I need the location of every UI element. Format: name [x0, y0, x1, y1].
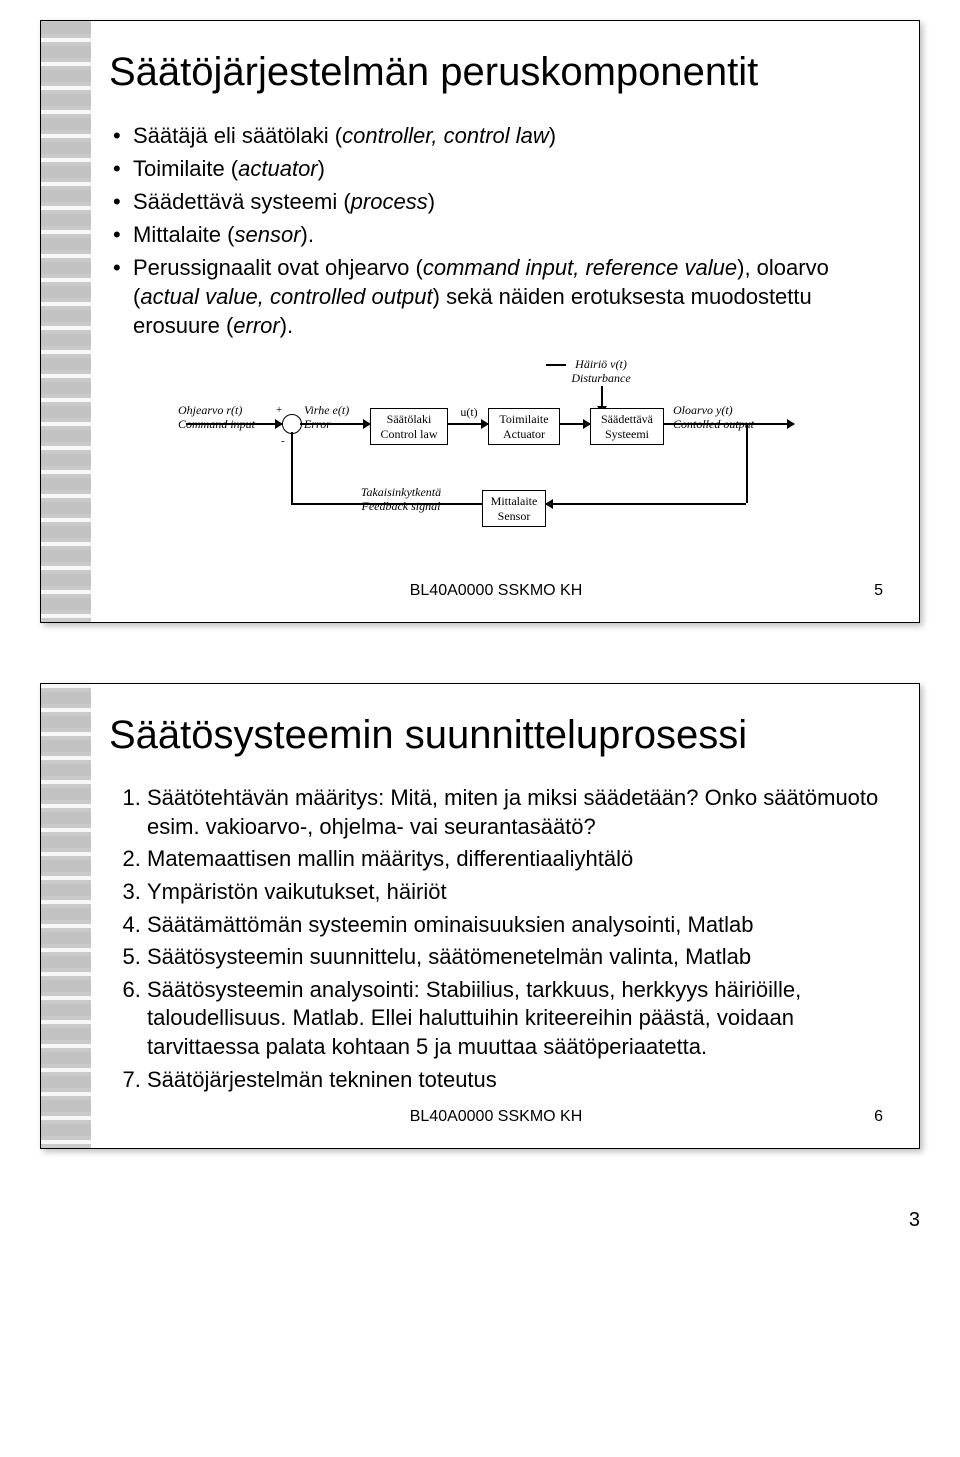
diagram-arrow	[448, 423, 488, 425]
slide-1-content: Säätöjärjestelmän peruskomponentit Säätä…	[109, 49, 883, 600]
diagram-arrow	[560, 423, 590, 425]
bullet-item: Toimilaite (actuator)	[109, 154, 883, 183]
actuator-box: Toimilaite Actuator	[488, 408, 560, 445]
sensor-box: Mittalaite Sensor	[482, 490, 546, 527]
footer-code: BL40A0000 SSKMO KH	[410, 1108, 583, 1125]
diagram-line	[291, 432, 293, 504]
summing-node	[282, 414, 302, 434]
spiral-binding	[41, 684, 91, 1148]
feedback-label: Takaisinkytkentä Feedback signal	[336, 486, 466, 514]
diagram-arrow	[546, 503, 746, 505]
slide-2-title: Säätösysteemin suunnitteluprosessi	[109, 712, 883, 758]
list-item: Säätöjärjestelmän tekninen toteutus	[147, 1066, 883, 1095]
diagram-line	[291, 503, 482, 505]
slide-1-footer: BL40A0000 SSKMO KH 5	[109, 582, 883, 600]
disturbance-label: Häiriö v(t) Disturbance	[556, 358, 646, 386]
page-corner-number: 3	[0, 1209, 920, 1232]
block-diagram: Häiriö v(t) Disturbance Ohjearvo r(t) Co…	[186, 358, 806, 568]
spiral-binding	[41, 21, 91, 622]
slide-1: Säätöjärjestelmän peruskomponentit Säätä…	[40, 20, 920, 623]
diagram-line	[746, 423, 748, 503]
list-item: Säätämättömän systeemin ominaisuuksien a…	[147, 911, 883, 940]
minus-sign: -	[281, 435, 285, 447]
plus-sign: +	[276, 404, 282, 416]
slide-1-title: Säätöjärjestelmän peruskomponentit	[109, 49, 883, 95]
slide-2: Säätösysteemin suunnitteluprosessi Säätö…	[40, 683, 920, 1149]
bullet-item: Perussignaalit ovat ohjearvo (command in…	[109, 253, 883, 340]
list-item: Säätösysteemin suunnittelu, säätömenetel…	[147, 943, 883, 972]
slide-1-bullets: Säätäjä eli säätölaki (controller, contr…	[109, 121, 883, 340]
controller-box: Säätölaki Control law	[370, 408, 448, 445]
diagram-arrow	[186, 423, 282, 425]
diagram-arrow	[664, 423, 794, 425]
diagram-arrow	[300, 423, 370, 425]
slide-number: 5	[874, 582, 883, 600]
u-label: u(t)	[454, 406, 484, 420]
diagram-line	[546, 364, 566, 366]
footer-code: BL40A0000 SSKMO KH	[410, 582, 583, 599]
bullet-item: Säätäjä eli säätölaki (controller, contr…	[109, 121, 883, 150]
output-label: Oloarvo y(t) Contolled output	[673, 404, 783, 432]
list-item: Matemaattisen mallin määritys, different…	[147, 845, 883, 874]
list-item: Säätösysteemin analysointi: Stabiilius, …	[147, 976, 883, 1062]
slide-2-footer: BL40A0000 SSKMO KH 6	[109, 1108, 883, 1126]
bullet-item: Säädettävä systeemi (process)	[109, 187, 883, 216]
reference-label: Ohjearvo r(t) Command input	[178, 404, 278, 432]
bullet-item: Mittalaite (sensor).	[109, 220, 883, 249]
slide-2-list: Säätötehtävän määritys: Mitä, miten ja m…	[109, 784, 883, 1094]
slide-number: 6	[874, 1108, 883, 1126]
list-item: Ympäristön vaikutukset, häiriöt	[147, 878, 883, 907]
process-box: Säädettävä Systeemi	[590, 408, 664, 445]
slide-2-content: Säätösysteemin suunnitteluprosessi Säätö…	[109, 712, 883, 1126]
list-item: Säätötehtävän määritys: Mitä, miten ja m…	[147, 784, 883, 841]
